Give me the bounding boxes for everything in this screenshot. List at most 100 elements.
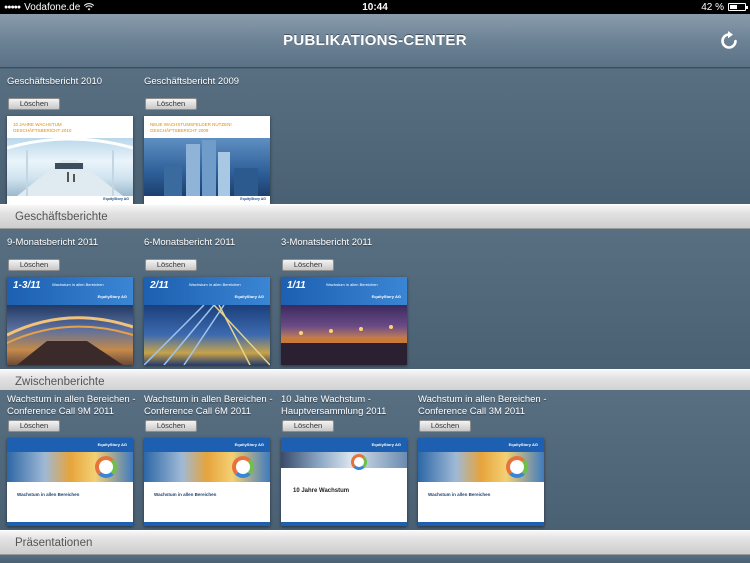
cover-title: Wachstum in allen Bereichen — [428, 492, 491, 497]
publication-title: 3-Monatsbericht 2011 — [281, 237, 373, 248]
cover-logo: EquityStory AG — [97, 442, 127, 447]
publication-item: Wachstum in allen Bereichen - Conference… — [144, 394, 274, 418]
cover-header: 1/11 Wachstum in allen Bereichen EquityS… — [281, 277, 407, 305]
publication-title: Wachstum in allen Bereichen - Conference… — [144, 394, 273, 417]
cover-ring-graphic — [351, 454, 367, 470]
cover-logo: EquityStory AG — [371, 294, 401, 299]
cover-photo — [144, 304, 270, 365]
cover-header: EquityStory AG — [281, 438, 407, 452]
delete-button[interactable]: Löschen — [282, 420, 334, 432]
delete-button[interactable]: Löschen — [8, 259, 60, 271]
publication-title: Geschäftsbericht 2009 — [144, 76, 240, 87]
cover-header: 1-3/11 Wachstum in allen Bereichen Equit… — [7, 277, 133, 305]
status-right: 42 % — [546, 1, 748, 13]
status-time: 10:44 — [362, 1, 388, 13]
publication-title: 9-Monatsbericht 2011 — [7, 237, 99, 248]
cover-footer: EquityStory AG — [144, 196, 270, 204]
publication-cover[interactable]: 1-3/11 Wachstum in allen Bereichen Equit… — [7, 277, 133, 365]
cover-photo — [281, 452, 407, 468]
cover-footer: EquityStory AG — [7, 196, 133, 204]
cover-footer — [144, 522, 270, 526]
battery-icon — [727, 3, 748, 11]
publication-item: 10 Jahre Wachstum - Hauptversammlung 201… — [281, 394, 411, 418]
cover-ring-graphic — [232, 456, 254, 478]
cover-period: 1-3/11 — [13, 280, 41, 291]
cover-header: EquityStory AG — [7, 438, 133, 452]
cover-footer — [281, 522, 407, 526]
shelf-label: Zwischenberichte — [15, 376, 105, 388]
delete-button[interactable]: Löschen — [145, 420, 197, 432]
publication-title: Geschäftsbericht 2010 — [7, 76, 103, 87]
cover-title: 10 Jahre Wachstum — [293, 488, 350, 494]
delete-button[interactable]: Löschen — [282, 259, 334, 271]
status-left: ●●●●● Vodafone.de — [4, 2, 204, 13]
cover-logo: EquityStory AG — [103, 197, 129, 201]
cover-period: 2/11 — [150, 280, 169, 291]
publication-title: 6-Monatsbericht 2011 — [144, 237, 236, 248]
cover-tagline: Wachstum in allen Bereichen — [189, 282, 241, 287]
signal-strength-icon: ●●●●● — [4, 3, 21, 11]
cover-title: Wachstum in allen Bereichen — [17, 492, 80, 497]
page-title: PUBLIKATIONS-CENTER — [283, 32, 467, 49]
delete-button[interactable]: Löschen — [8, 420, 60, 432]
cover-photo — [281, 305, 407, 365]
publication-cover[interactable]: NEUE WACHSTUMSFELDER NUTZEN! GESCHÄFTSBE… — [144, 116, 270, 204]
cover-photo — [7, 137, 133, 196]
publication-item: 3-Monatsbericht 2011 — [281, 237, 411, 249]
cover-logo: EquityStory AG — [240, 197, 266, 201]
delete-button[interactable]: Löschen — [419, 420, 471, 432]
cover-photo — [144, 138, 270, 196]
publication-title: 10 Jahre Wachstum - Hauptversammlung 201… — [281, 394, 387, 417]
shelf-ledge: Geschäftsberichte — [0, 204, 750, 229]
cover-heading: 10 JAHRE WACHSTUM GESCHÄFTSBERICHT 2010 — [13, 122, 72, 133]
delete-button[interactable]: Löschen — [145, 259, 197, 271]
publication-cover[interactable]: EquityStory AG 10 Jahre Wachstum — [281, 438, 407, 526]
carrier-label: Vodafone.de — [24, 1, 81, 13]
cover-logo: EquityStory AG — [234, 294, 264, 299]
publication-item: 9-Monatsbericht 2011 — [7, 237, 137, 249]
cover-title: Wachstum in allen Bereichen — [154, 492, 217, 497]
publication-item: Wachstum in allen Bereichen - Conference… — [7, 394, 137, 418]
publication-item: Wachstum in allen Bereichen - Conference… — [418, 394, 548, 418]
publication-item: Geschäftsbericht 2009 — [144, 76, 274, 88]
publication-item: 6-Monatsbericht 2011 — [144, 237, 274, 249]
battery-fill — [729, 5, 737, 9]
wifi-icon — [84, 3, 95, 11]
cover-logo: EquityStory AG — [234, 442, 264, 447]
publication-cover[interactable]: EquityStory AG Wachstum in allen Bereich… — [144, 438, 270, 526]
publication-cover[interactable]: 10 JAHRE WACHSTUM GESCHÄFTSBERICHT 2010 … — [7, 116, 133, 204]
navigation-bar: PUBLIKATIONS-CENTER — [0, 14, 750, 68]
cover-logo: EquityStory AG — [371, 442, 401, 447]
publication-cover[interactable]: 1/11 Wachstum in allen Bereichen EquityS… — [281, 277, 407, 365]
cover-tagline: Wachstum in allen Bereichen — [52, 282, 104, 287]
shelf-next-partial — [0, 555, 750, 563]
publication-cover[interactable]: 2/11 Wachstum in allen Bereichen EquityS… — [144, 277, 270, 365]
cover-footer — [418, 522, 544, 526]
cover-logo: EquityStory AG — [97, 294, 127, 299]
cover-header: 2/11 Wachstum in allen Bereichen EquityS… — [144, 277, 270, 305]
shelf-praesentationen: Wachstum in allen Bereichen - Conference… — [0, 390, 750, 530]
cover-logo: EquityStory AG — [508, 442, 538, 447]
publication-cover[interactable]: EquityStory AG Wachstum in allen Bereich… — [418, 438, 544, 526]
shelf-label: Präsentationen — [15, 537, 93, 549]
battery-percent: 42 % — [701, 1, 724, 13]
cover-ring-graphic — [95, 456, 117, 478]
refresh-icon[interactable] — [718, 30, 740, 52]
shelf-label: Geschäftsberichte — [15, 211, 108, 223]
cover-footer — [7, 522, 133, 526]
cover-period: 1/11 — [287, 280, 306, 291]
cover-ring-graphic — [506, 456, 528, 478]
publication-cover[interactable]: EquityStory AG Wachstum in allen Bereich… — [7, 438, 133, 526]
cover-header: EquityStory AG — [144, 438, 270, 452]
cover-tagline: Wachstum in allen Bereichen — [326, 282, 378, 287]
cover-heading: NEUE WACHSTUMSFELDER NUTZEN! GESCHÄFTSBE… — [150, 122, 232, 133]
shelf-geschaeftsberichte: Geschäftsbericht 2010 Löschen 10 JAHRE W… — [0, 69, 750, 204]
status-bar: ●●●●● Vodafone.de 10:44 42 % — [0, 0, 750, 14]
shelf-zwischenberichte: 9-Monatsbericht 2011 Löschen 1-3/11 Wach… — [0, 229, 750, 369]
publication-item: Geschäftsbericht 2010 — [7, 76, 137, 88]
publication-title: Wachstum in allen Bereichen - Conference… — [7, 394, 136, 417]
publication-title: Wachstum in allen Bereichen - Conference… — [418, 394, 547, 417]
shelf-ledge: Präsentationen — [0, 530, 750, 555]
delete-button[interactable]: Löschen — [8, 98, 60, 110]
delete-button[interactable]: Löschen — [145, 98, 197, 110]
